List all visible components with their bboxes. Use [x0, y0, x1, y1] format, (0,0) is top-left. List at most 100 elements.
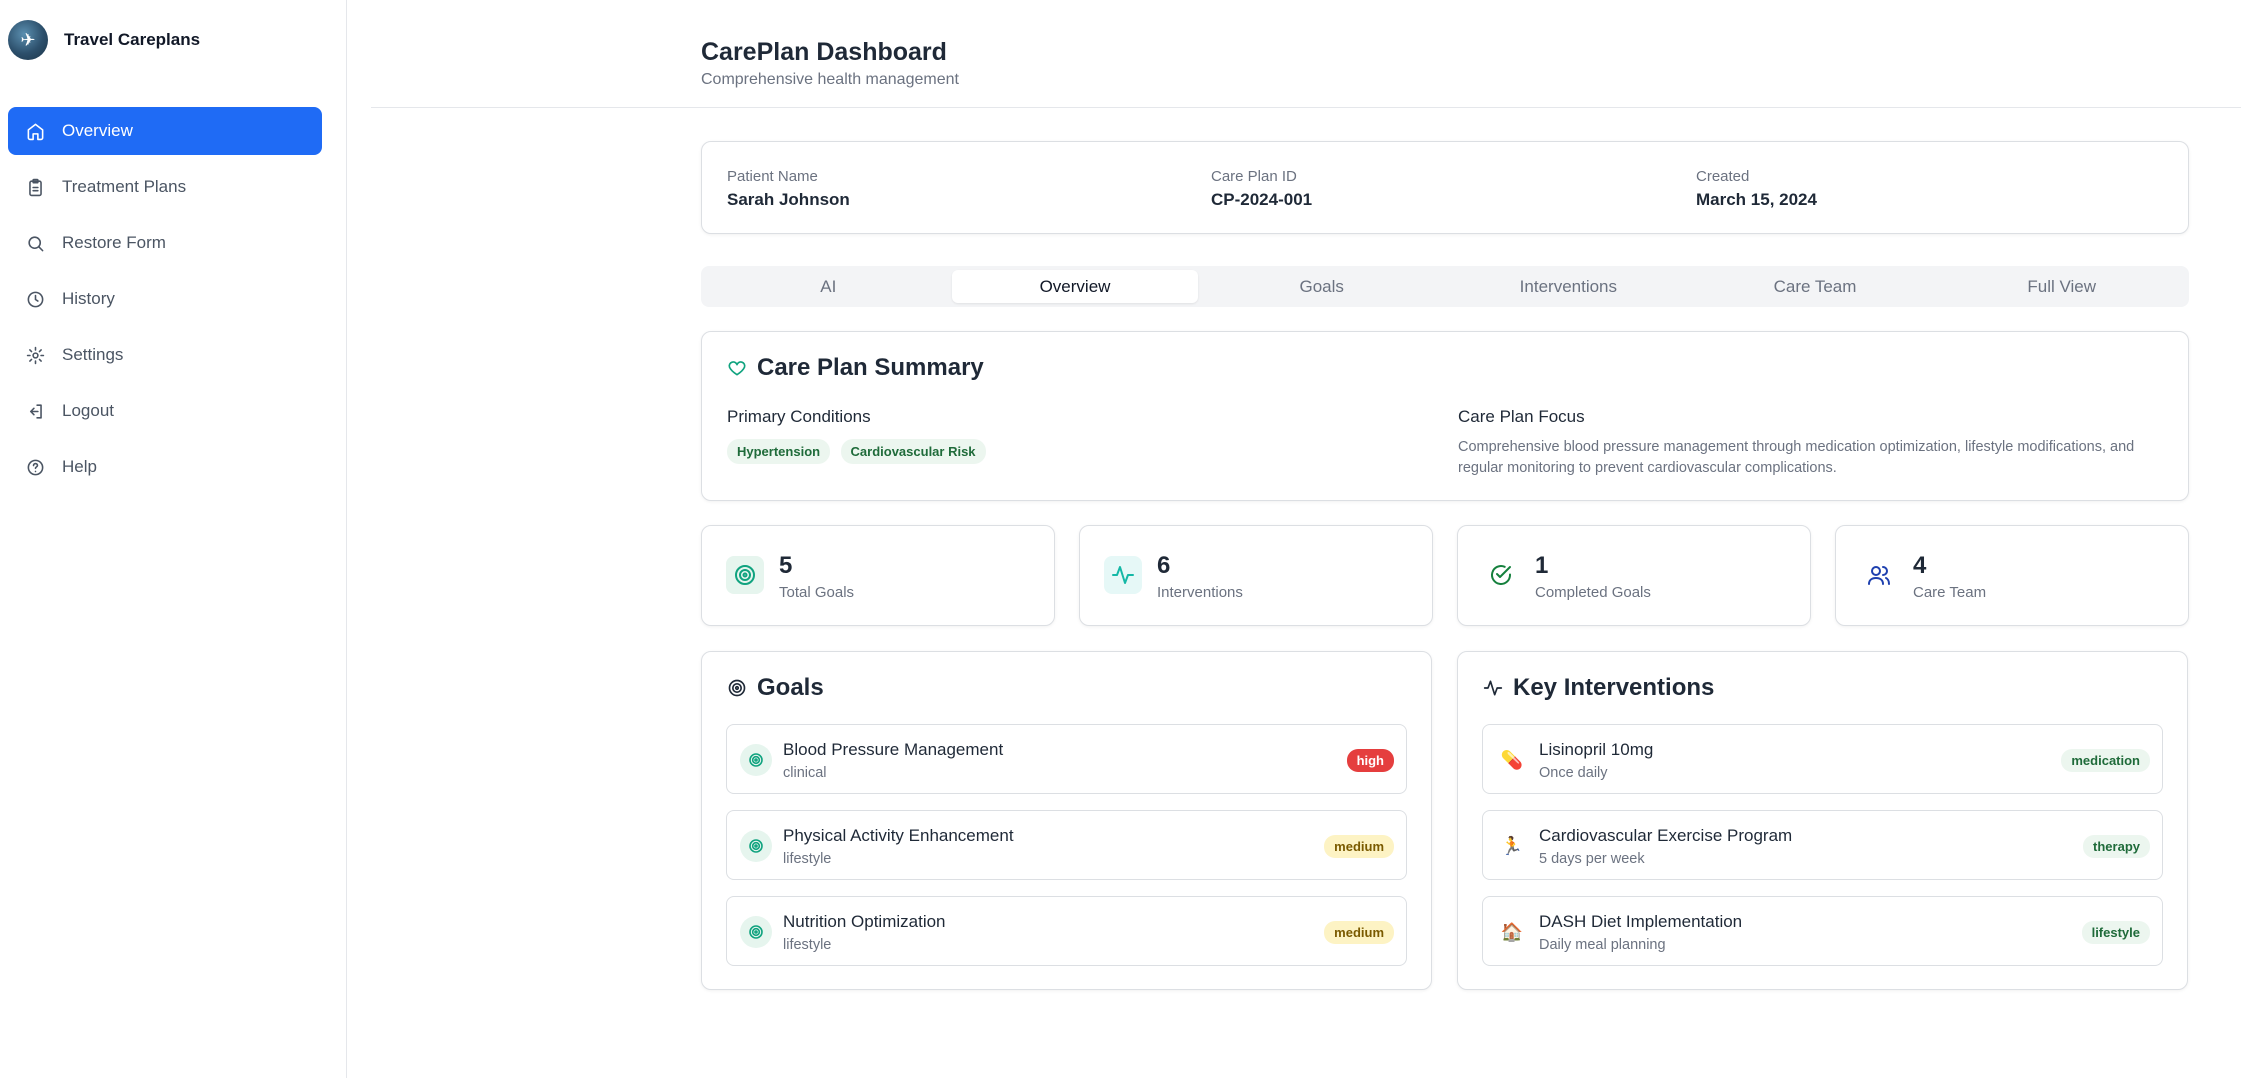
clipboard-icon [29, 178, 42, 196]
intervention-title: Lisinopril 10mg [1539, 740, 1654, 759]
sidebar-item-label: Help [62, 457, 97, 476]
sidebar-item-settings[interactable]: Settings [8, 331, 322, 379]
intervention-item[interactable]: 🏃 Cardiovascular Exercise Program 5 days… [1482, 810, 2163, 880]
sidebar-nav: Overview Treatment Plans Restore Form Hi… [8, 107, 322, 499]
sidebar-item-label: Treatment Plans [62, 177, 187, 196]
priority-badge: high [1346, 749, 1394, 772]
summary-title-text: Care Plan Summary [757, 354, 984, 381]
users-icon [1860, 556, 1898, 594]
field-label: Patient Name [727, 168, 818, 185]
sidebar-item-logout[interactable]: Logout [8, 387, 322, 435]
key-interventions-card: Key Interventions 💊 Lisinopril 10mg Once… [1457, 651, 2188, 990]
care-plan-focus-text: Comprehensive blood pressure management … [1458, 439, 2135, 476]
goals-title: Goals [727, 674, 824, 702]
header-divider [371, 107, 2241, 108]
field-label: Created [1696, 168, 1750, 185]
airplane-globe-icon: ✈ [8, 20, 48, 60]
sidebar-item-label: History [62, 289, 115, 308]
type-badge: lifestyle [2081, 921, 2150, 944]
brand[interactable]: ✈ Travel Careplans [8, 20, 200, 60]
field-value: CP-2024-001 [1211, 190, 1313, 209]
field-label: Care Plan ID [1211, 168, 1297, 185]
page-subtitle: Comprehensive health management [701, 71, 959, 88]
stat-total-goals: 5 Total Goals [701, 525, 1055, 626]
clock-icon [27, 291, 44, 307]
logout-icon [29, 403, 42, 419]
sidebar-item-overview[interactable]: Overview [8, 107, 322, 155]
condition-chip: Hypertension [727, 439, 831, 464]
stat-label: Completed Goals [1535, 584, 1651, 601]
search-icon [28, 235, 44, 251]
target-icon [740, 916, 772, 948]
patient-info-card: Patient Name Sarah Johnson Care Plan ID … [701, 141, 2189, 234]
interventions-title: Key Interventions [1483, 674, 1714, 702]
activity-icon [1483, 680, 1503, 696]
intervention-detail: 5 days per week [1539, 851, 1645, 867]
runner-icon: 🏃 [1500, 835, 1524, 856]
primary-conditions-heading: Primary Conditions [727, 407, 871, 426]
page-title: CarePlan Dashboard [701, 38, 947, 66]
stat-label: Total Goals [779, 584, 855, 601]
goal-title: Blood Pressure Management [783, 740, 1004, 759]
sidebar-item-label: Settings [62, 345, 124, 364]
goal-item[interactable]: Blood Pressure Management clinical high [726, 724, 1407, 794]
target-icon [740, 830, 772, 862]
condition-chips: Hypertension Cardiovascular Risk [727, 439, 992, 464]
field-value: Sarah Johnson [727, 190, 850, 209]
house-icon: 🏠 [1500, 921, 1524, 942]
care-plan-id-field: Care Plan ID CP-2024-001 [1211, 168, 1312, 210]
tab-care-team[interactable]: Care Team [1692, 270, 1939, 303]
goal-title: Physical Activity Enhancement [783, 826, 1014, 845]
goal-category: lifestyle [783, 851, 832, 867]
check-circle-icon [1482, 556, 1520, 594]
tab-ai[interactable]: AI [705, 270, 952, 303]
priority-badge: medium [1324, 921, 1394, 944]
sidebar-item-label: Overview [62, 121, 133, 140]
stat-label: Care Team [1913, 584, 1987, 601]
type-badge: therapy [2083, 835, 2150, 858]
goal-item[interactable]: Nutrition Optimization lifestyle medium [726, 896, 1407, 966]
tab-goals[interactable]: Goals [1198, 270, 1445, 303]
home-icon [27, 123, 44, 140]
intervention-detail: Once daily [1539, 765, 1608, 781]
patient-name-field: Patient Name Sarah Johnson [727, 168, 850, 210]
sidebar-item-restore-form[interactable]: Restore Form [8, 219, 322, 267]
stat-completed-goals: 1 Completed Goals [1457, 525, 1811, 626]
intervention-item[interactable]: 💊 Lisinopril 10mg Once daily medication [1482, 724, 2163, 794]
stat-value: 4 [1913, 552, 1927, 579]
care-plan-focus-heading: Care Plan Focus [1458, 407, 1585, 426]
sidebar: ✈ Travel Careplans Overview Treatment Pl… [0, 0, 347, 1078]
intervention-detail: Daily meal planning [1539, 937, 1666, 953]
goal-title: Nutrition Optimization [783, 912, 946, 931]
gear-icon [26, 346, 45, 364]
sidebar-item-treatment-plans[interactable]: Treatment Plans [8, 163, 322, 211]
stat-value: 1 [1535, 552, 1549, 579]
tab-full-view[interactable]: Full View [1938, 270, 2185, 303]
activity-icon [1104, 556, 1142, 594]
goals-card: Goals Blood Pressure Management clinical… [701, 651, 1432, 990]
interventions-title-text: Key Interventions [1513, 674, 1715, 701]
tab-interventions[interactable]: Interventions [1445, 270, 1692, 303]
goal-category: lifestyle [783, 937, 832, 953]
pill-icon: 💊 [1500, 749, 1524, 770]
brand-name: Travel Careplans [64, 30, 201, 49]
summary-title: Care Plan Summary [727, 354, 984, 382]
condition-chip: Cardiovascular Risk [840, 439, 986, 464]
tab-overview[interactable]: Overview [951, 270, 1199, 303]
goal-category: clinical [783, 765, 827, 781]
sidebar-item-label: Logout [62, 401, 114, 420]
help-circle-icon [27, 459, 44, 475]
heart-icon [728, 361, 746, 376]
target-icon [728, 679, 746, 697]
intervention-title: DASH Diet Implementation [1539, 912, 1743, 931]
stat-interventions: 6 Interventions [1079, 525, 1433, 626]
created-field: Created March 15, 2024 [1696, 168, 1817, 210]
intervention-item[interactable]: 🏠 DASH Diet Implementation Daily meal pl… [1482, 896, 2163, 966]
sidebar-item-help[interactable]: Help [8, 443, 322, 491]
sidebar-item-label: Restore Form [62, 233, 166, 252]
stat-value: 6 [1157, 552, 1171, 579]
target-icon [726, 556, 764, 594]
goal-item[interactable]: Physical Activity Enhancement lifestyle … [726, 810, 1407, 880]
sidebar-item-history[interactable]: History [8, 275, 322, 323]
priority-badge: medium [1324, 835, 1394, 858]
